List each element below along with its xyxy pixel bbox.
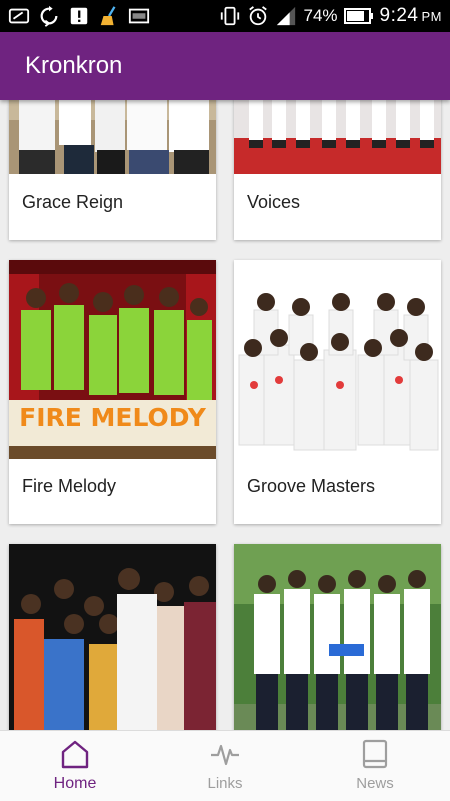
app-bar: Kronkron (0, 32, 450, 100)
group-card-fire-melody[interactable]: FIRE MELODY Fire Melody (9, 260, 216, 524)
signal-icon (275, 5, 297, 27)
group-card[interactable] (234, 544, 441, 730)
group-card-grace-reign[interactable]: Grace Reign (9, 100, 216, 240)
group-card-voices[interactable]: Voices (234, 100, 441, 240)
nav-links-label: Links (207, 775, 243, 792)
clock: 9:24 PM (379, 5, 442, 26)
alarm-icon (247, 5, 269, 27)
image-icon (128, 5, 150, 27)
nav-news-label: News (356, 775, 394, 792)
group-photo (234, 260, 441, 459)
group-title: Voices (247, 192, 301, 212)
fire-melody-banner: FIRE MELODY (19, 403, 206, 432)
group-card[interactable] (9, 544, 216, 730)
group-photo (9, 100, 216, 174)
battery-percent: 74% (303, 6, 338, 25)
app-title: Kronkron (25, 52, 123, 79)
nav-home[interactable]: Home (0, 731, 150, 801)
group-photo (234, 544, 441, 730)
group-grid[interactable]: Grace Reign Voices FIRE MELODY Fire Melo… (0, 100, 450, 730)
book-icon (362, 739, 388, 769)
sync-icon (38, 5, 60, 27)
home-icon (61, 740, 89, 769)
group-photo (234, 100, 441, 174)
group-photo (9, 544, 216, 730)
nav-news[interactable]: News (300, 731, 450, 801)
pulse-icon (211, 744, 239, 766)
screen-cast-icon (8, 5, 30, 27)
battery-icon (343, 5, 374, 27)
bottom-navigation: Home Links News (0, 730, 450, 801)
alert-icon (68, 5, 90, 27)
group-title: Groove Masters (247, 476, 376, 496)
group-title: Fire Melody (22, 476, 117, 496)
nav-links[interactable]: Links (150, 731, 300, 801)
vibrate-icon (219, 5, 241, 27)
status-bar: 74% 9:24 PM (0, 0, 450, 32)
group-title: Grace Reign (22, 192, 124, 212)
nav-home-label: Home (53, 775, 97, 792)
group-card-groove-masters[interactable]: Groove Masters (234, 260, 441, 524)
broom-icon (98, 5, 120, 27)
